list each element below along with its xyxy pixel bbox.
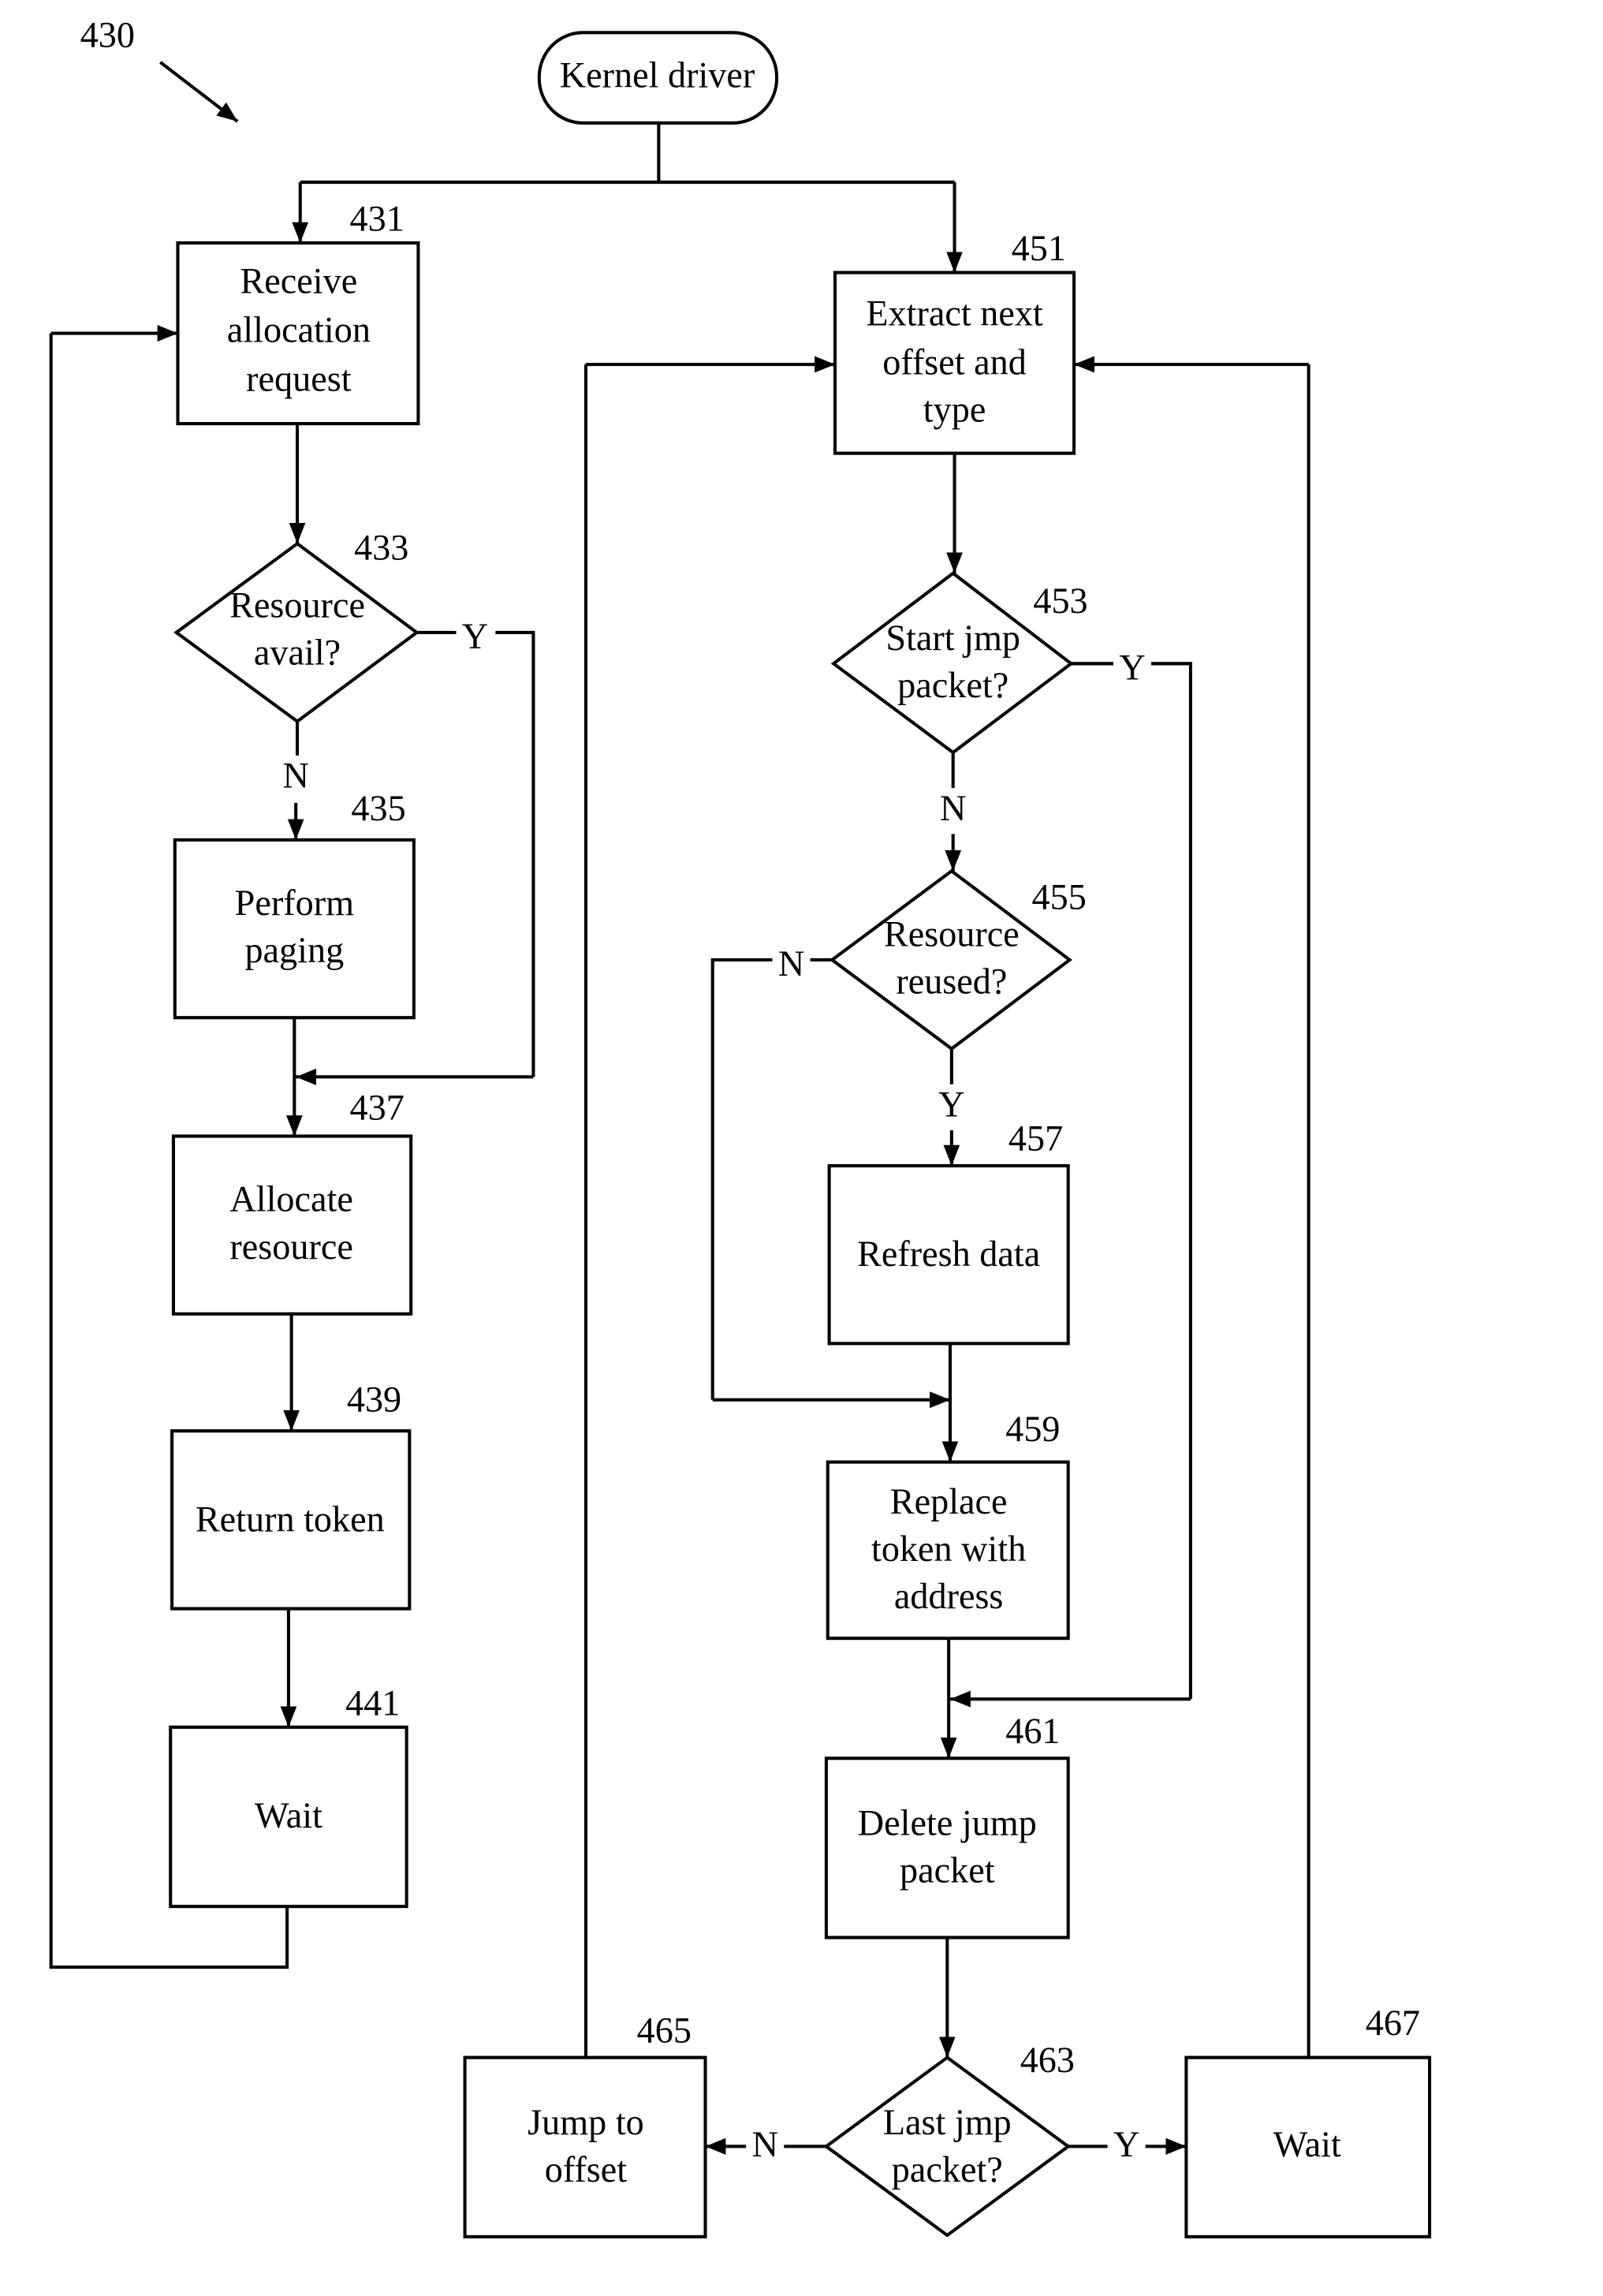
box-text-line: Wait — [1273, 2125, 1341, 2165]
figure-ref-arrow — [159, 61, 239, 123]
box-text-line: Perform — [235, 883, 354, 924]
process-box-431: Receive allocation request 431 — [176, 199, 420, 426]
box-text-line: offset — [545, 2150, 627, 2190]
yes-label: Y — [1113, 2125, 1139, 2165]
process-box-457: Refresh data 457 — [827, 1118, 1070, 1346]
box-text-line: allocation — [227, 310, 371, 350]
figure-ref-label: 430 — [80, 15, 135, 55]
ref-number: 441 — [345, 1683, 400, 1723]
start-node-kernel-driver: Kernel driver — [537, 31, 779, 125]
no-label: N — [282, 756, 308, 796]
box-text-line: token with — [871, 1529, 1026, 1570]
ref-number: 463 — [1020, 2040, 1075, 2081]
diamond-text-line: Resource — [229, 585, 365, 625]
process-box-459: Replace token with address 459 — [826, 1409, 1070, 1641]
diamond-text-line: Resource — [884, 914, 1020, 954]
box-text-line: offset and — [882, 342, 1027, 383]
connector — [495, 630, 535, 1077]
box-text-line: Extract next — [866, 293, 1042, 334]
box-shape — [824, 1757, 1070, 1939]
ref-number: 453 — [1033, 581, 1087, 622]
diamond-shape — [823, 2055, 1072, 2238]
ref-number: 435 — [351, 789, 405, 829]
no-label: N — [778, 944, 804, 984]
box-text-line: Delete jump — [858, 1803, 1037, 1843]
yes-label: Y — [938, 1085, 964, 1125]
decision-diamond-455: Resource reused? 455 — [829, 868, 1087, 1051]
box-text-line: type — [923, 390, 986, 430]
box-shape — [463, 2055, 707, 2238]
diamond-text-line: Last jmp — [883, 2102, 1012, 2142]
ref-number: 467 — [1366, 2003, 1420, 2044]
box-text-line: packet — [900, 1850, 995, 1891]
box-text-line: Return token — [196, 1499, 385, 1540]
yes-label: Y — [1119, 648, 1145, 688]
diamond-text-line: avail? — [254, 633, 341, 673]
box-shape — [171, 1134, 413, 1316]
decision-diamond-453: Start jmp packet? 453 — [830, 571, 1088, 755]
box-text-line: Refresh data — [857, 1234, 1040, 1275]
decision-diamond-463: Last jmp packet? 463 — [823, 2040, 1075, 2238]
box-text-line: Replace — [890, 1482, 1008, 1522]
box-text-line: paging — [244, 931, 344, 971]
box-text-line: Allocate — [229, 1179, 352, 1219]
decision-diamond-433: Resource avail? 433 — [173, 528, 420, 724]
diamond-text-line: packet? — [892, 2150, 1003, 2190]
ref-number: 465 — [637, 2010, 692, 2051]
diamond-text-line: reused? — [896, 961, 1007, 1002]
start-label: Kernel driver — [560, 55, 755, 95]
no-label: N — [940, 789, 966, 829]
ref-number: 455 — [1032, 877, 1087, 917]
no-label: N — [752, 2125, 778, 2165]
box-text-line: resource — [229, 1227, 352, 1267]
yes-label: Y — [462, 617, 488, 657]
ref-number: 457 — [1008, 1118, 1063, 1159]
connector — [1151, 662, 1192, 1700]
box-text-line: Wait — [255, 1796, 322, 1836]
box-text-line: address — [894, 1577, 1004, 1617]
box-text-line: Receive — [240, 261, 358, 301]
ref-number: 431 — [350, 199, 404, 239]
diamond-text-line: Start jmp — [885, 618, 1020, 659]
ref-number: 461 — [1005, 1712, 1060, 1752]
process-box-437: Allocate resource 437 — [171, 1088, 413, 1316]
ref-number: 439 — [347, 1379, 401, 1420]
diamond-text-line: packet? — [897, 666, 1008, 706]
ref-number: 437 — [350, 1088, 404, 1128]
flowchart: 430 Kernel driver Receive allocation req… — [49, 15, 1432, 2238]
connector — [710, 958, 773, 1400]
ref-number: 451 — [1012, 229, 1066, 269]
ref-number: 459 — [1005, 1409, 1060, 1450]
box-shape — [173, 838, 416, 1020]
box-text-line: Jump to — [527, 2102, 644, 2142]
box-text-line: request — [246, 359, 351, 399]
ref-number: 433 — [354, 528, 408, 568]
